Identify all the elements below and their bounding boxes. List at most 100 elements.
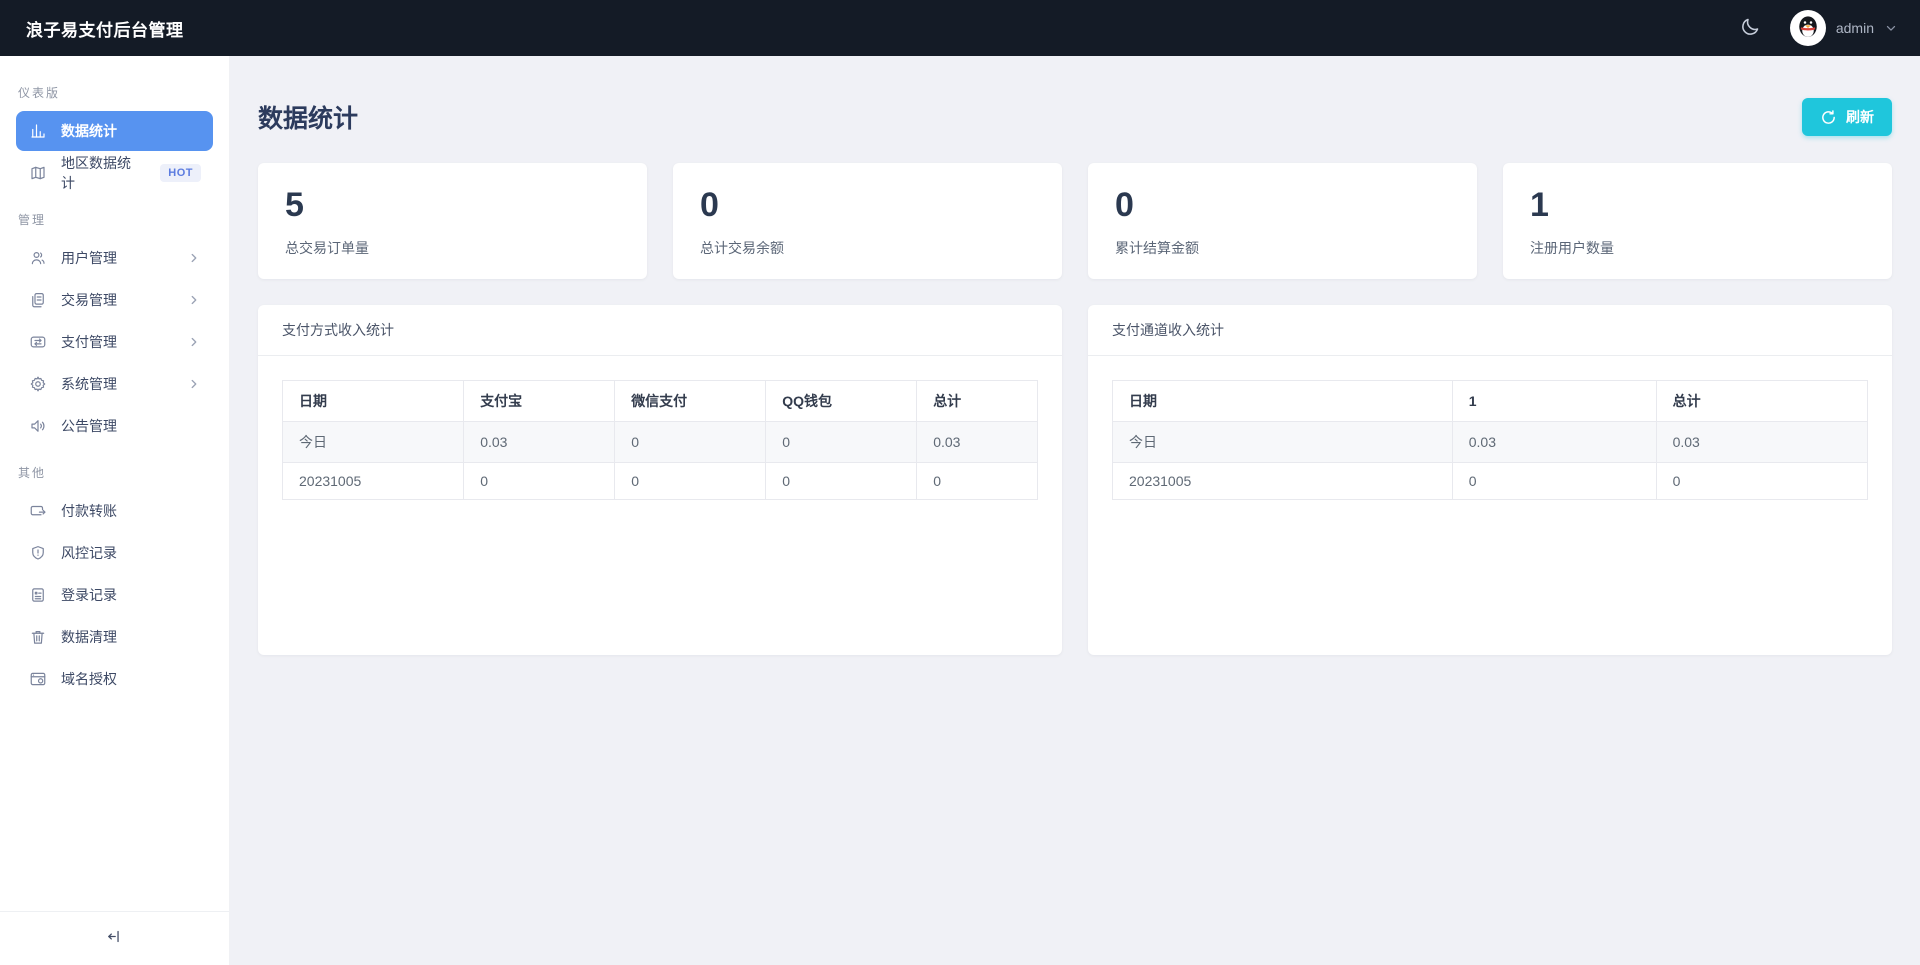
sidebar-item-label: 付款转账: [61, 501, 117, 521]
sidebar-section-label: 其他: [18, 464, 213, 481]
sidebar-item-label: 地区数据统计: [61, 153, 134, 193]
table-cell: 0.03: [464, 422, 615, 463]
stats-panel: 支付通道收入统计日期1总计今日0.030.032023100500: [1088, 305, 1892, 655]
moon-icon: [1739, 16, 1761, 41]
stat-cards-row: 5 总交易订单量 0 总计交易余额 0累计结算金额 1 注册用户数量: [258, 163, 1892, 279]
table-cell: 0: [917, 463, 1038, 500]
payout-icon: [28, 501, 48, 521]
sidebar-item-label: 支付管理: [61, 332, 117, 352]
table-header-cell: 微信支付: [615, 381, 766, 422]
sidebar-item[interactable]: 域名授权: [16, 659, 213, 699]
sidebar-item-label: 系统管理: [61, 374, 117, 394]
stat-card-label: 注册用户数量: [1530, 238, 1865, 258]
app-title: 浪子易支付后台管理: [26, 16, 184, 41]
sidebar-item[interactable]: 数据统计: [16, 111, 213, 151]
collapse-sidebar-button[interactable]: [0, 911, 229, 965]
sidebar: 仪表版数据统计地区数据统计HOT管理用户管理交易管理支付管理系统管理公告管理其他…: [0, 56, 230, 965]
table-cell: 0: [766, 422, 917, 463]
sidebar-item-label: 公告管理: [61, 416, 117, 436]
theme-toggle-button[interactable]: [1734, 12, 1766, 44]
transfer-icon: [28, 332, 48, 352]
stats-table: 日期支付宝微信支付QQ钱包总计今日0.03000.03202310050000: [282, 380, 1038, 500]
domain-icon: [28, 669, 48, 689]
table-cell: 20231005: [283, 463, 464, 500]
refresh-button[interactable]: 刷新: [1802, 98, 1892, 136]
table-cell: 今日: [283, 422, 464, 463]
table-cell: 0: [615, 422, 766, 463]
sidebar-item[interactable]: 交易管理: [16, 280, 213, 320]
sidebar-nav: 仪表版数据统计地区数据统计HOT管理用户管理交易管理支付管理系统管理公告管理其他…: [0, 56, 229, 911]
sidebar-item-label: 登录记录: [61, 585, 117, 605]
sidebar-section-label: 管理: [18, 211, 213, 228]
sidebar-item[interactable]: 登录记录: [16, 575, 213, 615]
stat-card-label: 总计交易余额: [700, 238, 1035, 258]
header-actions: admin: [1734, 10, 1898, 46]
panels-row: 支付方式收入统计日期支付宝微信支付QQ钱包总计今日0.03000.0320231…: [258, 305, 1892, 655]
sidebar-item[interactable]: 用户管理: [16, 238, 213, 278]
table-row: 今日0.030.03: [1113, 422, 1868, 463]
document-icon: [28, 290, 48, 310]
table-header-cell: 总计: [1656, 381, 1867, 422]
user-avatar: [1790, 10, 1826, 46]
user-menu[interactable]: admin: [1790, 10, 1898, 46]
sidebar-item-label: 风控记录: [61, 543, 117, 563]
chevron-right-icon: [187, 251, 201, 265]
table-cell: 0: [766, 463, 917, 500]
table-header-row: 日期1总计: [1113, 381, 1868, 422]
sidebar-item[interactable]: 系统管理: [16, 364, 213, 404]
sidebar-item[interactable]: 数据清理: [16, 617, 213, 657]
sidebar-item-label: 数据统计: [61, 121, 117, 141]
table-cell: 0: [1452, 463, 1656, 500]
table-cell: 0.03: [917, 422, 1038, 463]
table-header-cell: QQ钱包: [766, 381, 917, 422]
table-cell: 0: [1656, 463, 1867, 500]
panel-title: 支付通道收入统计: [1088, 305, 1892, 356]
refresh-label: 刷新: [1846, 107, 1874, 127]
gear-icon: [28, 374, 48, 394]
stat-card-label: 累计结算金额: [1115, 238, 1450, 258]
hot-badge: HOT: [160, 164, 201, 182]
refresh-icon: [1820, 109, 1837, 126]
main-content: 数据统计 刷新 5总交易订单量0总计交易余额0累计结算金额1注册用户数量 支付方…: [230, 56, 1920, 965]
stat-card: 0 总计交易余额: [673, 163, 1062, 279]
stat-card-value: 0: [700, 184, 1035, 227]
panel-body: 日期支付宝微信支付QQ钱包总计今日0.03000.03202310050000: [258, 356, 1062, 524]
stat-card: 1 注册用户数量: [1503, 163, 1892, 279]
stats-table: 日期1总计今日0.030.032023100500: [1112, 380, 1868, 500]
chevron-right-icon: [187, 377, 201, 391]
stat-card-value: 5: [285, 184, 620, 227]
sidebar-item[interactable]: 支付管理: [16, 322, 213, 362]
shield-icon: [28, 543, 48, 563]
app-layout: 仪表版数据统计地区数据统计HOT管理用户管理交易管理支付管理系统管理公告管理其他…: [0, 56, 1920, 965]
table-cell: 0.03: [1656, 422, 1867, 463]
table-row: 202310050000: [283, 463, 1038, 500]
table-cell: 今日: [1113, 422, 1453, 463]
table-row: 2023100500: [1113, 463, 1868, 500]
bar-chart-icon: [28, 121, 48, 141]
table-cell: 0: [615, 463, 766, 500]
top-header: 浪子易支付后台管理 admin: [0, 0, 1920, 56]
sidebar-item-label: 用户管理: [61, 248, 117, 268]
stat-card-value: 1: [1530, 184, 1865, 227]
log-icon: [28, 585, 48, 605]
sidebar-item[interactable]: 地区数据统计 HOT: [16, 153, 213, 193]
sidebar-item-label: 数据清理: [61, 627, 117, 647]
chevron-right-icon: [187, 293, 201, 307]
sidebar-item[interactable]: 付款转账: [16, 491, 213, 531]
page-title: 数据统计: [258, 99, 358, 135]
sidebar-item[interactable]: 风控记录: [16, 533, 213, 573]
sidebar-item[interactable]: 公告管理: [16, 406, 213, 446]
stats-panel: 支付方式收入统计日期支付宝微信支付QQ钱包总计今日0.03000.0320231…: [258, 305, 1062, 655]
stat-card-label: 总交易订单量: [285, 238, 620, 258]
page-header: 数据统计 刷新: [258, 98, 1892, 136]
table-cell: 20231005: [1113, 463, 1453, 500]
map-icon: [28, 163, 48, 183]
stat-card: 5 总交易订单量: [258, 163, 647, 279]
sidebar-item-label: 域名授权: [61, 669, 117, 689]
panel-body: 日期1总计今日0.030.032023100500: [1088, 356, 1892, 524]
users-icon: [28, 248, 48, 268]
table-row: 今日0.03000.03: [283, 422, 1038, 463]
chevron-down-icon: [1884, 21, 1898, 35]
stat-card: 0累计结算金额: [1088, 163, 1477, 279]
chevron-right-icon: [187, 335, 201, 349]
